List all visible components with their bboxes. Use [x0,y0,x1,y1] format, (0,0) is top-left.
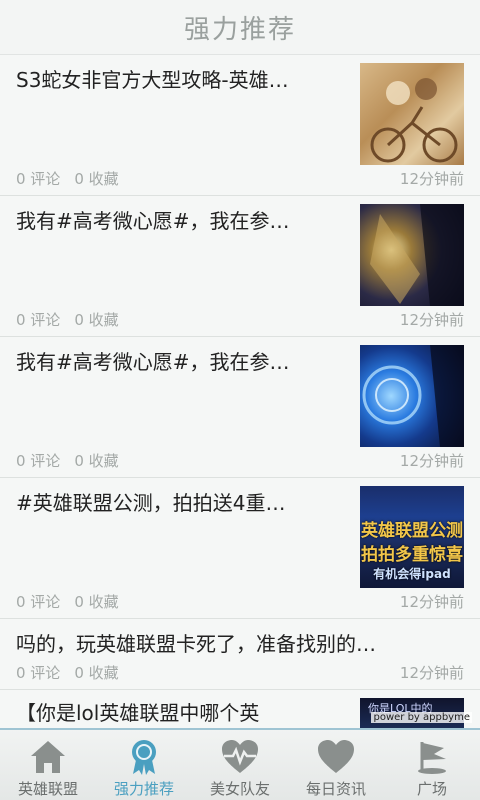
item-title: 我有#高考微心愿#，我在参… [16,350,290,374]
medal-icon [132,740,156,775]
favorite-count[interactable]: 0 收藏 [74,664,118,682]
list-item[interactable]: 我有#高考微心愿#，我在参… 0 评论 0 收藏 12分钟前 [0,338,480,478]
item-meta: 0 评论 0 收藏 [16,662,133,683]
item-thumbnail [360,345,464,447]
item-title: 吗的，玩英雄联盟卡死了，准备找别的… [16,632,376,656]
item-time: 12分钟前 [399,593,464,611]
thumbnail-text: 拍拍多重惊喜 [361,545,463,565]
favorite-count[interactable]: 0 收藏 [74,170,118,188]
favorite-count[interactable]: 0 收藏 [74,452,118,470]
tab-label: 广场 [416,780,447,798]
thumbnail-text: 英雄联盟公测 [361,521,463,541]
favorite-count[interactable]: 0 收藏 [74,311,118,329]
recommend-list[interactable]: S3蛇女非官方大型攻略-英雄… 0 评论 0 收藏 12分钟前 我有#高考微心愿#… [0,56,480,728]
item-time: 12分钟前 [399,170,464,188]
tab-label: 每日资讯 [305,780,366,798]
item-time: 12分钟前 [399,452,464,470]
item-title: #英雄联盟公测，拍拍送4重… [16,491,286,515]
item-meta: 0 评论 0 收藏 [16,591,133,612]
item-meta: 0 评论 0 收藏 [16,450,133,471]
flag-icon [418,742,446,774]
tab-square[interactable]: 广场 [384,730,480,800]
tab-label: 强力推荐 [113,780,174,798]
page-title: 强力推荐 [183,14,296,45]
comment-count[interactable]: 0 评论 [16,664,60,682]
heart-icon [318,740,354,773]
comment-count[interactable]: 0 评论 [16,593,60,611]
item-thumbnail [360,63,464,165]
powered-by-label: power by appbyme [371,712,472,723]
item-time: 12分钟前 [399,664,464,682]
item-meta: 0 评论 0 收藏 [16,168,133,189]
item-thumbnail [360,204,464,306]
comment-count[interactable]: 0 评论 [16,452,60,470]
thumbnail-text: 有机会得ipad [373,567,451,581]
list-item[interactable]: 吗的，玩英雄联盟卡死了，准备找别的… 0 评论 0 收藏 12分钟前 [0,620,480,690]
favorite-count[interactable]: 0 收藏 [74,593,118,611]
bottom-tab-bar: 英雄联盟 强力推荐 美女队友 每日资讯 广场 [0,728,480,800]
tab-recommend[interactable]: 强力推荐 [96,730,192,800]
tab-label: 美女队友 [209,780,270,798]
house-icon [31,741,65,773]
item-title: 【你是lol英雄联盟中哪个英 [16,701,260,725]
tab-teammates[interactable]: 美女队友 [192,730,288,800]
list-item[interactable]: 我有#高考微心愿#，我在参… 0 评论 0 收藏 12分钟前 [0,197,480,337]
item-meta: 0 评论 0 收藏 [16,309,133,330]
comment-count[interactable]: 0 评论 [16,170,60,188]
heartbeat-icon [222,740,258,773]
top-header: 强力推荐 [0,0,480,55]
comment-count[interactable]: 0 评论 [16,311,60,329]
item-title: 我有#高考微心愿#，我在参… [16,209,290,233]
item-title: S3蛇女非官方大型攻略-英雄… [16,68,289,92]
item-time: 12分钟前 [399,311,464,329]
tab-daily-news[interactable]: 每日资讯 [288,730,384,800]
item-thumbnail: 英雄联盟公测 拍拍多重惊喜 有机会得ipad [360,486,464,588]
tab-heroes[interactable]: 英雄联盟 [0,730,96,800]
list-item[interactable]: S3蛇女非官方大型攻略-英雄… 0 评论 0 收藏 12分钟前 [0,56,480,196]
tab-label: 英雄联盟 [17,780,78,798]
list-item[interactable]: #英雄联盟公测，拍拍送4重… 英雄联盟公测 拍拍多重惊喜 有机会得ipad 0 … [0,479,480,619]
